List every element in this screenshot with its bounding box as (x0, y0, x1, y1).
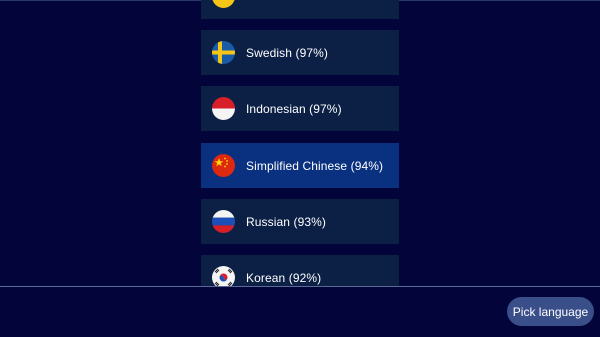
sweden-flag-icon (212, 41, 235, 64)
pick-language-button[interactable]: Pick language (507, 297, 594, 326)
language-item-indonesian[interactable]: Indonesian (97%) (201, 86, 399, 131)
language-item-korean[interactable]: Korean (92%) (201, 255, 399, 286)
footer-divider (0, 286, 600, 287)
russia-flag-icon (212, 210, 235, 233)
language-list[interactable]: Swedish (97%) Indonesian (97%) Simplifie… (0, 0, 600, 286)
language-label: Korean (92%) (246, 270, 322, 285)
language-item-swedish[interactable]: Swedish (97%) (201, 30, 399, 75)
south-korea-flag-icon (212, 266, 235, 286)
language-label: Simplified Chinese (94%) (246, 158, 384, 173)
language-item-partial[interactable] (201, 0, 399, 19)
indonesia-flag-icon (212, 97, 235, 120)
china-flag-icon (212, 154, 235, 177)
language-label: Indonesian (97%) (246, 101, 342, 116)
language-label: Swedish (97%) (246, 45, 329, 60)
language-item-russian[interactable]: Russian (93%) (201, 199, 399, 244)
language-item-simplified-chinese[interactable]: Simplified Chinese (94%) (201, 143, 399, 188)
yellow-flag-icon (212, 0, 235, 8)
language-label: Russian (93%) (246, 214, 326, 229)
